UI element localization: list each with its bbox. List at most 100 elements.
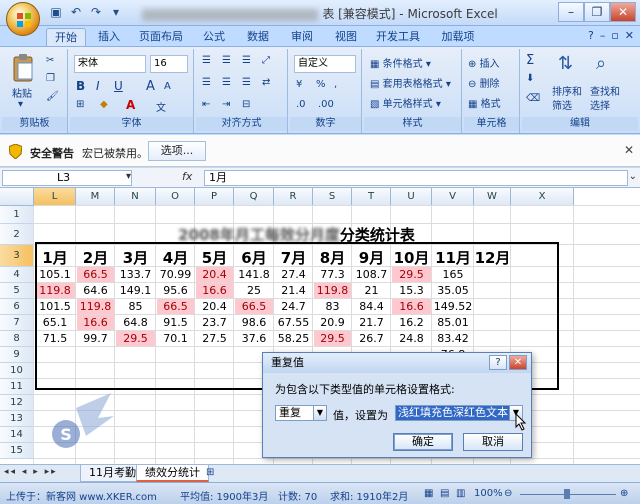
align-center-icon[interactable]: ☰ (222, 77, 231, 88)
fx-icon[interactable]: fx (182, 170, 192, 183)
ok-button[interactable]: 确定 (393, 433, 453, 451)
italic-button[interactable]: I (96, 79, 100, 93)
row-header[interactable]: 3 (0, 245, 34, 267)
column-header[interactable]: T (352, 188, 391, 206)
sort-filter-label-2[interactable]: 筛选 (552, 97, 572, 112)
grow-font-button[interactable]: A (146, 79, 155, 94)
format-as-table-button[interactable]: ▤ 套用表格格式 ▾ (370, 75, 451, 90)
close-button[interactable]: ✕ (610, 2, 636, 22)
align-bottom-icon[interactable]: ☰ (242, 55, 251, 66)
font-color-button[interactable]: A (126, 98, 135, 112)
security-options-button[interactable]: 选项... (148, 141, 206, 161)
sheet-nav-icons[interactable]: ◂◂ ◂ ▸ ▸▸ (4, 467, 58, 477)
row-header[interactable]: 14 (0, 427, 34, 443)
cell-styles-button[interactable]: ▧ 单元格样式 ▾ (370, 95, 441, 110)
tab-review[interactable]: 审阅 (284, 28, 320, 46)
zoom-out-icon[interactable]: ⊖ (504, 488, 512, 499)
office-button[interactable] (6, 2, 40, 36)
paste-dropdown-icon[interactable]: ▾ (18, 99, 23, 110)
formula-input[interactable]: 1月 (204, 170, 628, 186)
chevron-down-icon[interactable]: ▼ (313, 406, 326, 420)
name-box-dropdown-icon[interactable]: ▾ (126, 171, 131, 182)
find-select-label-2[interactable]: 选择 (590, 97, 610, 112)
column-header[interactable]: V (432, 188, 474, 206)
expand-formula-icon[interactable]: ⌄ (629, 171, 637, 182)
row-header[interactable]: 13 (0, 411, 34, 427)
row-header[interactable]: 8 (0, 331, 34, 347)
borders-icon[interactable]: ⊞ (76, 99, 84, 110)
security-close-icon[interactable]: ✕ (624, 143, 634, 157)
fill-color-icon[interactable]: ◆ (100, 99, 108, 110)
row-header[interactable]: 2 (0, 224, 34, 245)
row-header[interactable]: 4 (0, 267, 34, 283)
column-header[interactable]: P (195, 188, 234, 206)
minimize-button[interactable]: – (558, 2, 584, 22)
row-header[interactable]: 15 (0, 443, 34, 459)
wrap-text-icon[interactable]: ⇄ (262, 77, 270, 88)
number-format-select[interactable]: 自定义 (294, 55, 356, 73)
sheet-tab-performance[interactable]: 绩效分统计 (136, 465, 209, 482)
increase-indent-icon[interactable]: ⇥ (222, 99, 230, 110)
column-header[interactable]: R (274, 188, 313, 206)
increase-decimal-icon[interactable]: .0 (296, 99, 306, 110)
copy-icon[interactable]: ❐ (46, 73, 55, 84)
row-header[interactable]: 5 (0, 283, 34, 299)
fill-icon[interactable]: ⬇ (526, 73, 534, 84)
tab-data[interactable]: 数据 (240, 28, 276, 46)
align-left-icon[interactable]: ☰ (202, 77, 211, 88)
font-size-select[interactable]: 16 (150, 55, 188, 73)
format-select[interactable]: 浅红填充色深红色文本 ▼ (395, 405, 523, 421)
format-painter-icon[interactable]: 🖌 (46, 91, 59, 102)
restore-button[interactable]: ❐ (584, 2, 610, 22)
row-header[interactable]: 11 (0, 379, 34, 395)
merge-center-icon[interactable]: ⊟ (242, 99, 250, 110)
ribbon-minimize-icon[interactable]: – (600, 29, 606, 42)
underline-button[interactable]: U (114, 79, 123, 93)
find-select-label-1[interactable]: 查找和 (590, 83, 620, 98)
ribbon-restore-icon[interactable]: ▫ (611, 29, 618, 42)
comma-icon[interactable]: , (334, 79, 337, 90)
column-header[interactable]: X (511, 188, 574, 206)
dialog-close-icon[interactable]: ✕ (509, 355, 527, 370)
decrease-decimal-icon[interactable]: .00 (318, 99, 334, 110)
decrease-indent-icon[interactable]: ⇤ (202, 99, 210, 110)
column-header[interactable]: U (391, 188, 432, 206)
name-box[interactable]: L3 (2, 170, 132, 186)
cancel-button[interactable]: 取消 (463, 433, 523, 451)
column-header[interactable]: N (115, 188, 156, 206)
column-header[interactable]: W (474, 188, 511, 206)
normal-view-icon[interactable]: ▦ (424, 488, 433, 499)
zoom-in-icon[interactable]: ⊕ (620, 488, 628, 499)
tab-addins[interactable]: 加载项 (434, 28, 482, 46)
format-cells-button[interactable]: ▦ 格式 (468, 95, 501, 110)
select-all[interactable] (0, 188, 34, 206)
insert-sheet-icon[interactable]: ⊞ (206, 467, 214, 478)
percent-icon[interactable]: % (316, 79, 326, 90)
sort-filter-icon[interactable]: ⇅ (558, 53, 573, 74)
row-header[interactable]: 7 (0, 315, 34, 331)
zoom-slider-thumb[interactable] (564, 489, 570, 499)
row-header[interactable]: 10 (0, 363, 34, 379)
row-header[interactable]: 6 (0, 299, 34, 315)
row-header[interactable]: 12 (0, 395, 34, 411)
find-select-icon[interactable]: ⌕ (596, 53, 606, 74)
conditional-formatting-button[interactable]: ▦ 条件格式 ▾ (370, 55, 431, 70)
zoom-level[interactable]: 100% (474, 488, 503, 499)
clear-icon[interactable]: ⌫ (526, 93, 540, 104)
cut-icon[interactable]: ✂ (46, 55, 54, 66)
tab-view[interactable]: 视图 (328, 28, 364, 46)
tab-page-layout[interactable]: 页面布局 (132, 28, 190, 46)
bold-button[interactable]: B (76, 79, 85, 93)
value-type-select[interactable]: 重复 ▼ (275, 405, 327, 421)
currency-icon[interactable]: ¥ (296, 79, 302, 90)
row-header[interactable]: 9 (0, 347, 34, 363)
page-break-view-icon[interactable]: ▥ (456, 488, 465, 499)
tab-formulas[interactable]: 公式 (196, 28, 232, 46)
row-header[interactable]: 1 (0, 206, 34, 224)
paste-icon[interactable] (12, 53, 36, 83)
column-header[interactable]: M (76, 188, 115, 206)
sort-filter-label-1[interactable]: 排序和 (552, 83, 582, 98)
font-name-select[interactable]: 宋体 (74, 55, 146, 73)
ribbon-close-icon[interactable]: ✕ (625, 29, 634, 42)
paste-label[interactable]: 粘贴 (12, 85, 32, 100)
